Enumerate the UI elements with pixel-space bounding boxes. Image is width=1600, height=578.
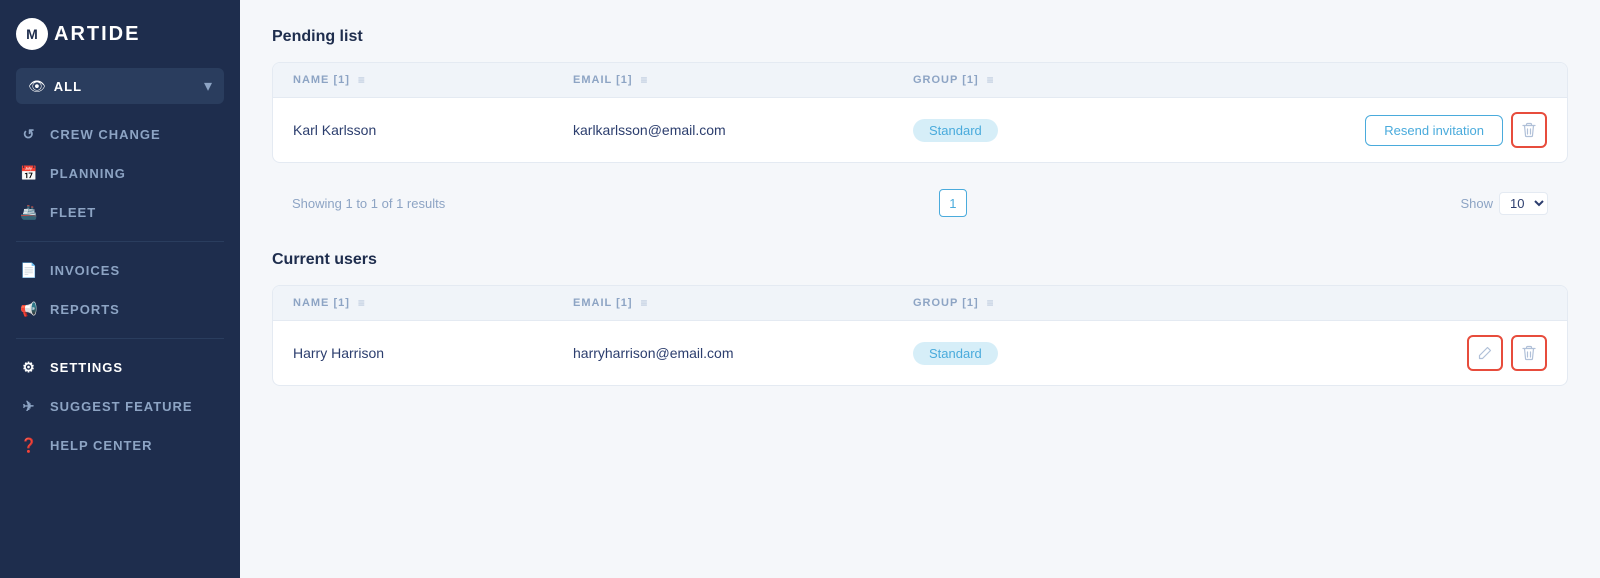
current-users-section: Current users NAME [1] ≡ EMAIL [1] ≡ GRO…: [272, 251, 1568, 386]
current-row-actions: [1173, 335, 1547, 371]
pending-name-col-header: NAME [1] ≡: [293, 73, 573, 87]
trash-icon: [1522, 122, 1536, 138]
pending-list-header: NAME [1] ≡ EMAIL [1] ≡ GROUP [1] ≡: [273, 63, 1567, 98]
sidebar: M ARTIDE 👁 ALL ▾ ↺ CREW CHANGE 📅 PLANNIN…: [0, 0, 240, 578]
current-row-name: Harry Harrison: [293, 345, 573, 361]
help-center-icon: ❓: [20, 437, 38, 454]
current-users-title: Current users: [272, 251, 1568, 269]
current-users-row: Harry Harrison harryharrison@email.com S…: [273, 321, 1567, 385]
current-group-badge: Standard: [913, 342, 998, 365]
pending-group-col-header: GROUP [1] ≡: [913, 73, 1173, 87]
nav-divider-1: [16, 241, 224, 242]
current-email-filter-icon[interactable]: ≡: [641, 296, 649, 310]
planning-icon: 📅: [20, 165, 38, 182]
sidebar-item-fleet[interactable]: 🚢 FLEET: [0, 194, 240, 231]
sidebar-nav: ↺ CREW CHANGE 📅 PLANNING 🚢 FLEET 📄 INVOI…: [0, 112, 240, 468]
sidebar-item-help-center[interactable]: ❓ HELP CENTER: [0, 427, 240, 464]
group-badge-standard: Standard: [913, 119, 998, 142]
current-name-filter-icon[interactable]: ≡: [358, 296, 366, 310]
current-email-col-header: EMAIL [1] ≡: [573, 296, 913, 310]
reports-icon: 📢: [20, 301, 38, 318]
resend-invitation-button[interactable]: Resend invitation: [1365, 115, 1503, 146]
pending-row-name: Karl Karlsson: [293, 122, 573, 138]
settings-icon: ⚙: [20, 359, 38, 376]
nav-divider-2: [16, 338, 224, 339]
pending-delete-button[interactable]: [1511, 112, 1547, 148]
current-row-group: Standard: [913, 342, 1173, 365]
current-trash-icon: [1522, 345, 1536, 361]
current-actions-col-header: [1173, 296, 1547, 310]
edit-icon: [1478, 346, 1492, 360]
logo-text: ARTIDE: [54, 23, 140, 46]
pending-email-col-header: EMAIL [1] ≡: [573, 73, 913, 87]
sidebar-item-invoices[interactable]: 📄 INVOICES: [0, 252, 240, 289]
filter-dropdown[interactable]: 👁 ALL ▾: [16, 68, 224, 104]
fleet-icon: 🚢: [20, 204, 38, 221]
current-name-col-header: NAME [1] ≡: [293, 296, 573, 310]
pending-list-row: Karl Karlsson karlkarlsson@email.com Sta…: [273, 98, 1567, 162]
current-group-col-header: GROUP [1] ≡: [913, 296, 1173, 310]
pagination-showing: Showing 1 to 1 of 1 results: [292, 196, 445, 211]
eye-icon: 👁: [28, 78, 46, 95]
sidebar-item-settings[interactable]: ⚙ SETTINGS: [0, 349, 240, 386]
sidebar-item-suggest-feature[interactable]: ✈ SUGGEST FEATURE: [0, 388, 240, 425]
logo: M ARTIDE: [0, 0, 240, 68]
pending-group-filter-icon[interactable]: ≡: [987, 73, 995, 87]
filter-label: ALL: [54, 79, 196, 94]
show-label: Show: [1460, 196, 1493, 211]
current-users-header: NAME [1] ≡ EMAIL [1] ≡ GROUP [1] ≡: [273, 286, 1567, 321]
pending-list-section: Pending list NAME [1] ≡ EMAIL [1] ≡ GROU…: [272, 28, 1568, 231]
invoices-icon: 📄: [20, 262, 38, 279]
current-delete-button[interactable]: [1511, 335, 1547, 371]
show-select[interactable]: 10 25 50: [1499, 192, 1548, 215]
page-1-button[interactable]: 1: [939, 189, 967, 217]
pending-actions-col-header: [1173, 73, 1547, 87]
pending-pagination: Showing 1 to 1 of 1 results 1 Show 10 25…: [272, 175, 1568, 231]
pending-row-actions: Resend invitation: [1173, 112, 1547, 148]
crew-change-icon: ↺: [20, 126, 38, 143]
pending-list-title: Pending list: [272, 28, 1568, 46]
pending-row-group: Standard: [913, 119, 1173, 142]
current-group-filter-icon[interactable]: ≡: [987, 296, 995, 310]
suggest-feature-icon: ✈: [20, 398, 38, 415]
pending-row-email: karlkarlsson@email.com: [573, 122, 913, 138]
logo-mark: M: [16, 18, 48, 50]
pagination-pages: 1: [939, 189, 967, 217]
pending-list-table: NAME [1] ≡ EMAIL [1] ≡ GROUP [1] ≡ Karl …: [272, 62, 1568, 163]
current-edit-button[interactable]: [1467, 335, 1503, 371]
sidebar-item-planning[interactable]: 📅 PLANNING: [0, 155, 240, 192]
current-row-email: harryharrison@email.com: [573, 345, 913, 361]
main-content: Pending list NAME [1] ≡ EMAIL [1] ≡ GROU…: [240, 0, 1600, 578]
chevron-down-icon: ▾: [204, 76, 212, 96]
pending-name-filter-icon[interactable]: ≡: [358, 73, 366, 87]
pending-email-filter-icon[interactable]: ≡: [641, 73, 649, 87]
sidebar-item-reports[interactable]: 📢 REPORTS: [0, 291, 240, 328]
current-users-table: NAME [1] ≡ EMAIL [1] ≡ GROUP [1] ≡ Harry…: [272, 285, 1568, 386]
sidebar-item-crew-change[interactable]: ↺ CREW CHANGE: [0, 116, 240, 153]
show-control: Show 10 25 50: [1460, 192, 1548, 215]
